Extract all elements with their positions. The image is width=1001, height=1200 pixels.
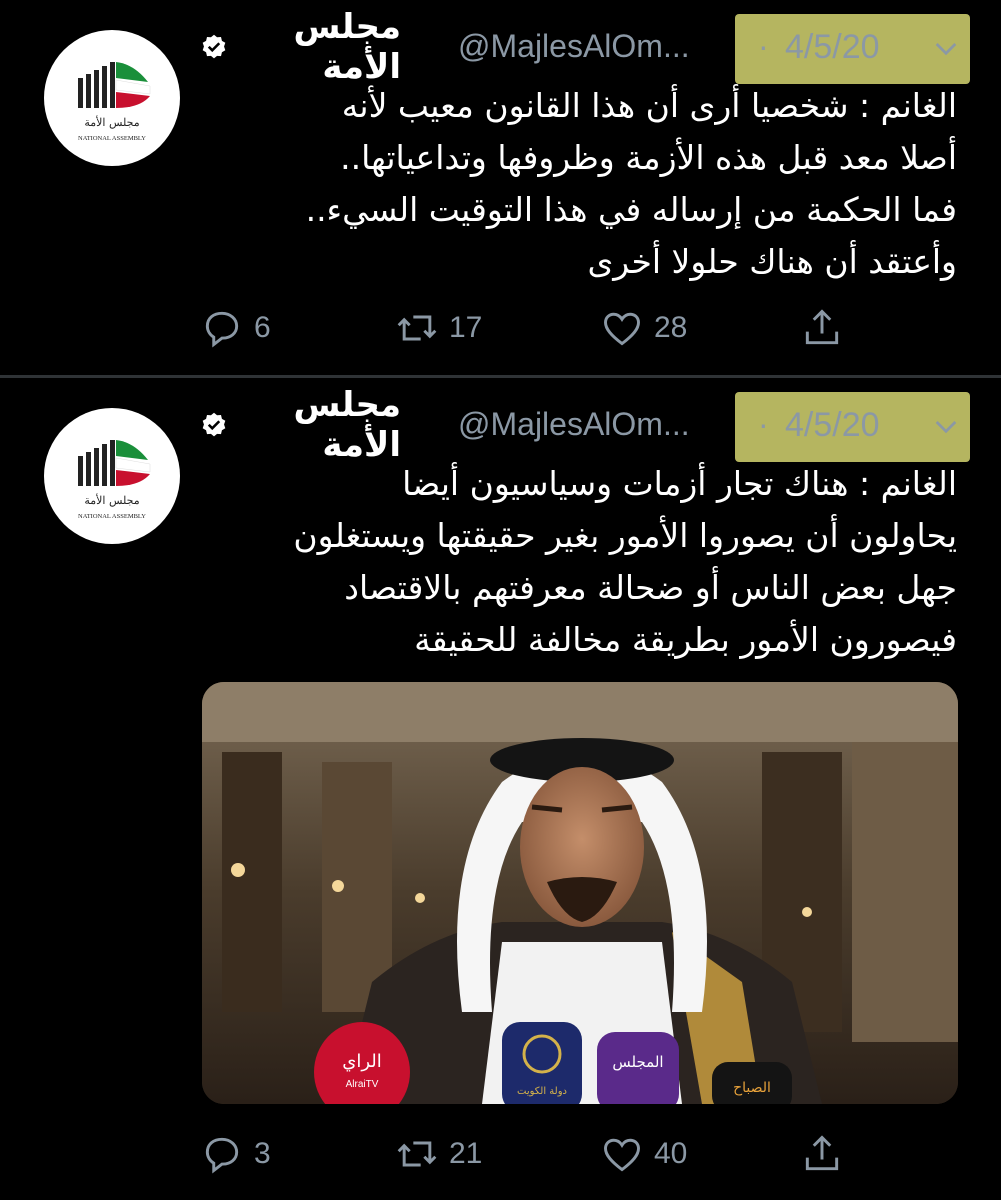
- like-button[interactable]: 40: [600, 1124, 687, 1184]
- separator: ·: [758, 28, 769, 64]
- tweet-header: @MajlesAlOm... · 4/5/20 مجلس الأمة: [200, 7, 970, 87]
- tweet-text-line: يحاولون أن يصوروا الأمور بغير حقيقتها وي…: [293, 516, 957, 555]
- reply-button[interactable]: 3: [200, 1124, 271, 1184]
- photo-speaker-with-microphones: الراي AlraiTV دولة الكويت المجلس الصباح: [202, 682, 958, 1104]
- tweet-actions: 6 17 28: [200, 298, 860, 358]
- retweet-icon: [397, 1141, 437, 1167]
- avatar[interactable]: مجلس الأمة NATIONAL ASSEMBLY: [44, 408, 180, 544]
- tweet-text-line: فيصورون الأمور بطريقة مخالفة للحقيقة: [414, 620, 957, 659]
- author-handle[interactable]: @MajlesAlOm...: [458, 406, 690, 443]
- avatar[interactable]: مجلس الأمة NATIONAL ASSEMBLY: [44, 30, 180, 166]
- tweet[interactable]: مجلس الأمة NATIONAL ASSEMBLY @MajlesAlOm…: [0, 378, 1001, 1200]
- tweet-text-line: الغانم : شخصيا أرى أن هذا القانون معيب ل…: [341, 86, 957, 125]
- tweet-text: الغانم : هناك تجار أزمات وسياسيون أيضا ي…: [200, 458, 957, 666]
- svg-text:NATIONAL ASSEMBLY: NATIONAL ASSEMBLY: [78, 513, 146, 520]
- svg-text:دولة الكويت: دولة الكويت: [517, 1086, 567, 1097]
- svg-text:مجلس الأمة: مجلس الأمة: [84, 115, 139, 129]
- share-icon: [805, 1135, 839, 1171]
- svg-text:الصباح: الصباح: [733, 1080, 771, 1096]
- tweet-photo[interactable]: الراي AlraiTV دولة الكويت المجلس الصباح: [202, 682, 958, 1104]
- verified-icon: [202, 412, 226, 437]
- share-button[interactable]: [800, 298, 844, 358]
- svg-text:المجلس: المجلس: [612, 1053, 663, 1071]
- national-assembly-logo: مجلس الأمة NATIONAL ASSEMBLY: [78, 440, 151, 520]
- tweet-text-line: أصلا معد قبل هذه الأزمة وظروفها وتداعيات…: [340, 138, 957, 177]
- svg-text:AlraiTV: AlraiTV: [346, 1079, 379, 1090]
- share-icon: [805, 309, 839, 345]
- like-button[interactable]: 28: [600, 298, 687, 358]
- svg-text:الراي: الراي: [342, 1051, 382, 1072]
- svg-text:NATIONAL ASSEMBLY: NATIONAL ASSEMBLY: [78, 135, 146, 142]
- author-handle[interactable]: @MajlesAlOm...: [458, 28, 690, 65]
- timeline-feed: مجلس الأمة NATIONAL ASSEMBLY @MajlesAlOm…: [0, 0, 1001, 1200]
- reply-button[interactable]: 6: [200, 298, 271, 358]
- tweet-text-line: وأعتقد أن هناك حلولا أخرى: [587, 242, 957, 281]
- author-display-name[interactable]: مجلس الأمة: [238, 7, 402, 87]
- tweet-text-line: الغانم : هناك تجار أزمات وسياسيون أيضا: [402, 464, 957, 503]
- tweet-text-line: جهل بعض الناس أو ضحالة معرفتهم بالاقتصاد: [344, 568, 957, 607]
- retweet-button[interactable]: 21: [395, 1124, 482, 1184]
- tweet-text-line: فما الحكمة من إرساله في هذا التوقيت السي…: [305, 190, 957, 229]
- svg-text:مجلس الأمة: مجلس الأمة: [84, 493, 139, 507]
- national-assembly-logo: مجلس الأمة NATIONAL ASSEMBLY: [78, 62, 151, 142]
- reply-icon: [205, 311, 239, 348]
- author-name-block[interactable]: مجلس الأمة: [200, 385, 401, 465]
- verified-icon: [202, 34, 226, 59]
- reply-count: 3: [254, 1137, 271, 1170]
- tweet-header: @MajlesAlOm... · 4/5/20 مجلس الأمة: [200, 385, 970, 465]
- reply-count: 6: [254, 311, 271, 344]
- share-button[interactable]: [800, 1124, 844, 1184]
- tweet-timestamp[interactable]: 4/5/20: [785, 28, 880, 67]
- separator: ·: [758, 406, 769, 442]
- like-icon: [604, 1138, 640, 1172]
- tweet-timestamp[interactable]: 4/5/20: [785, 406, 880, 445]
- retweet-count: 17: [449, 311, 483, 344]
- retweet-count: 21: [449, 1137, 483, 1170]
- chevron-down-icon[interactable]: [930, 32, 962, 64]
- author-display-name[interactable]: مجلس الأمة: [238, 385, 402, 465]
- tweet[interactable]: مجلس الأمة NATIONAL ASSEMBLY @MajlesAlOm…: [0, 0, 1001, 378]
- like-count: 28: [654, 311, 688, 344]
- chevron-down-icon[interactable]: [930, 410, 962, 442]
- tweet-text: الغانم : شخصيا أرى أن هذا القانون معيب ل…: [200, 80, 957, 288]
- like-count: 40: [654, 1137, 688, 1170]
- reply-icon: [205, 1137, 239, 1174]
- like-icon: [604, 312, 640, 346]
- author-name-block[interactable]: مجلس الأمة: [200, 7, 401, 87]
- retweet-icon: [397, 315, 437, 341]
- tweet-actions: 3 21 40: [200, 1124, 860, 1184]
- retweet-button[interactable]: 17: [395, 298, 482, 358]
